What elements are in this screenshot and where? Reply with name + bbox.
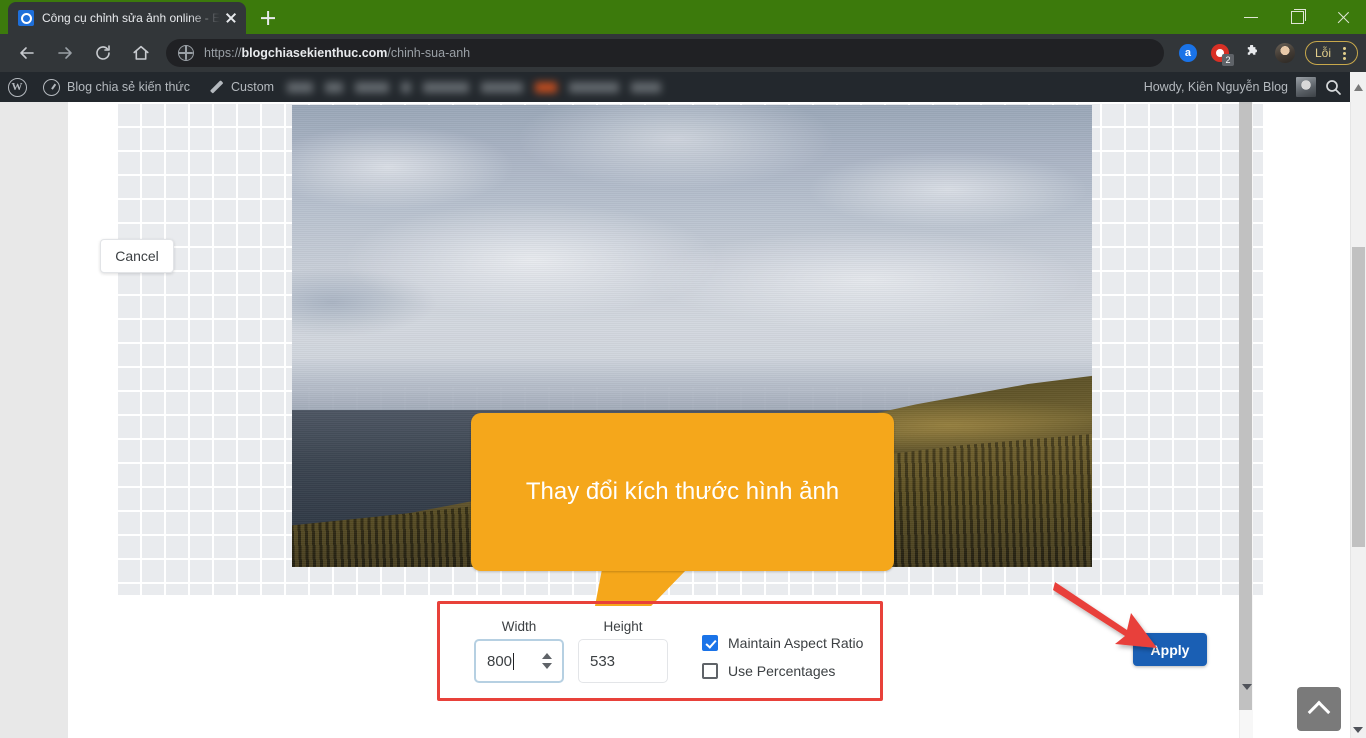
adblock-icon[interactable]: a — [1173, 38, 1203, 68]
cancel-button[interactable]: Cancel — [100, 239, 174, 273]
window-controls — [1228, 0, 1366, 34]
minimize-icon[interactable] — [1228, 0, 1274, 34]
admin-bar-customize[interactable]: Custom — [199, 72, 283, 102]
kebab-menu-icon[interactable] — [1335, 42, 1353, 64]
tab-title: Công cụ chỉnh sửa ảnh online - E — [42, 11, 221, 25]
pencil-icon — [208, 79, 224, 95]
close-icon[interactable] — [222, 9, 240, 27]
screen-recorder-icon[interactable]: 2 — [1205, 38, 1235, 68]
close-icon[interactable] — [1320, 0, 1366, 34]
reload-icon[interactable] — [89, 39, 117, 67]
modal-scrollbar-thumb[interactable] — [1239, 102, 1252, 710]
maximize-icon[interactable] — [1274, 0, 1320, 34]
chevron-up-icon — [1307, 700, 1331, 724]
dashboard-gauge-icon — [43, 78, 60, 96]
wordpress-logo-icon[interactable]: W — [0, 77, 34, 97]
tab-strip: Công cụ chỉnh sửa ảnh online - E — [0, 0, 1366, 34]
admin-bar-site-name[interactable]: Blog chia sẻ kiến thức — [34, 72, 199, 102]
callout-text: Thay đổi kích thước hình ảnh — [525, 477, 840, 505]
url-text: https://blogchiasekienthuc.com/chinh-sua… — [204, 46, 471, 60]
adblock-glyph: a — [1178, 44, 1197, 62]
new-tab-button[interactable] — [254, 4, 282, 32]
browser-tab[interactable]: Công cụ chỉnh sửa ảnh online - E — [8, 2, 247, 34]
wp-admin-bar: W Blog chia sẻ kiến thức Custom Howdy, K… — [0, 72, 1366, 102]
profile-avatar-icon[interactable] — [1269, 38, 1299, 68]
admin-bar-blurred-items — [287, 81, 662, 93]
callout-bubble: Thay đổi kích thước hình ảnh — [471, 413, 894, 571]
customize-label: Custom — [231, 80, 275, 94]
toolbar-icons: a 2 Lỗi — [1172, 38, 1358, 68]
globe-icon — [177, 44, 194, 61]
scroll-to-top-button[interactable] — [1297, 687, 1341, 731]
howdy-label[interactable]: Howdy, Kiên Nguyễn Blog — [1144, 80, 1288, 94]
scroll-up-arrow-icon[interactable] — [1350, 72, 1366, 102]
back-arrow-icon[interactable] — [13, 39, 41, 67]
browser-window: Công cụ chỉnh sửa ảnh online - E https:/… — [0, 0, 1366, 738]
extensions-puzzle-icon[interactable] — [1237, 38, 1267, 68]
search-icon[interactable] — [1316, 79, 1350, 96]
avatar — [1296, 77, 1316, 97]
forward-arrow-icon[interactable] — [51, 39, 79, 67]
scroll-down-arrow-icon[interactable] — [1242, 684, 1252, 690]
page-scrollbar-thumb[interactable] — [1352, 247, 1365, 547]
extension-badge-count: 2 — [1221, 54, 1234, 66]
address-bar[interactable]: https://blogchiasekienthuc.com/chinh-sua… — [166, 39, 1164, 67]
wp-logo-glyph: W — [7, 77, 27, 97]
browser-toolbar: https://blogchiasekienthuc.com/chinh-sua… — [0, 34, 1366, 72]
error-label: Lỗi — [1314, 46, 1331, 60]
apply-button[interactable]: Apply — [1133, 633, 1207, 666]
site-name-label: Blog chia sẻ kiến thức — [67, 80, 191, 94]
highlight-box — [437, 601, 883, 701]
admin-bar-right: Howdy, Kiên Nguyễn Blog — [1144, 72, 1366, 102]
avatar — [1274, 43, 1295, 63]
scroll-down-arrow-icon[interactable] — [1353, 727, 1363, 733]
home-icon[interactable] — [127, 39, 155, 67]
status-badge[interactable]: Lỗi — [1304, 41, 1358, 65]
camera-icon — [18, 10, 34, 26]
